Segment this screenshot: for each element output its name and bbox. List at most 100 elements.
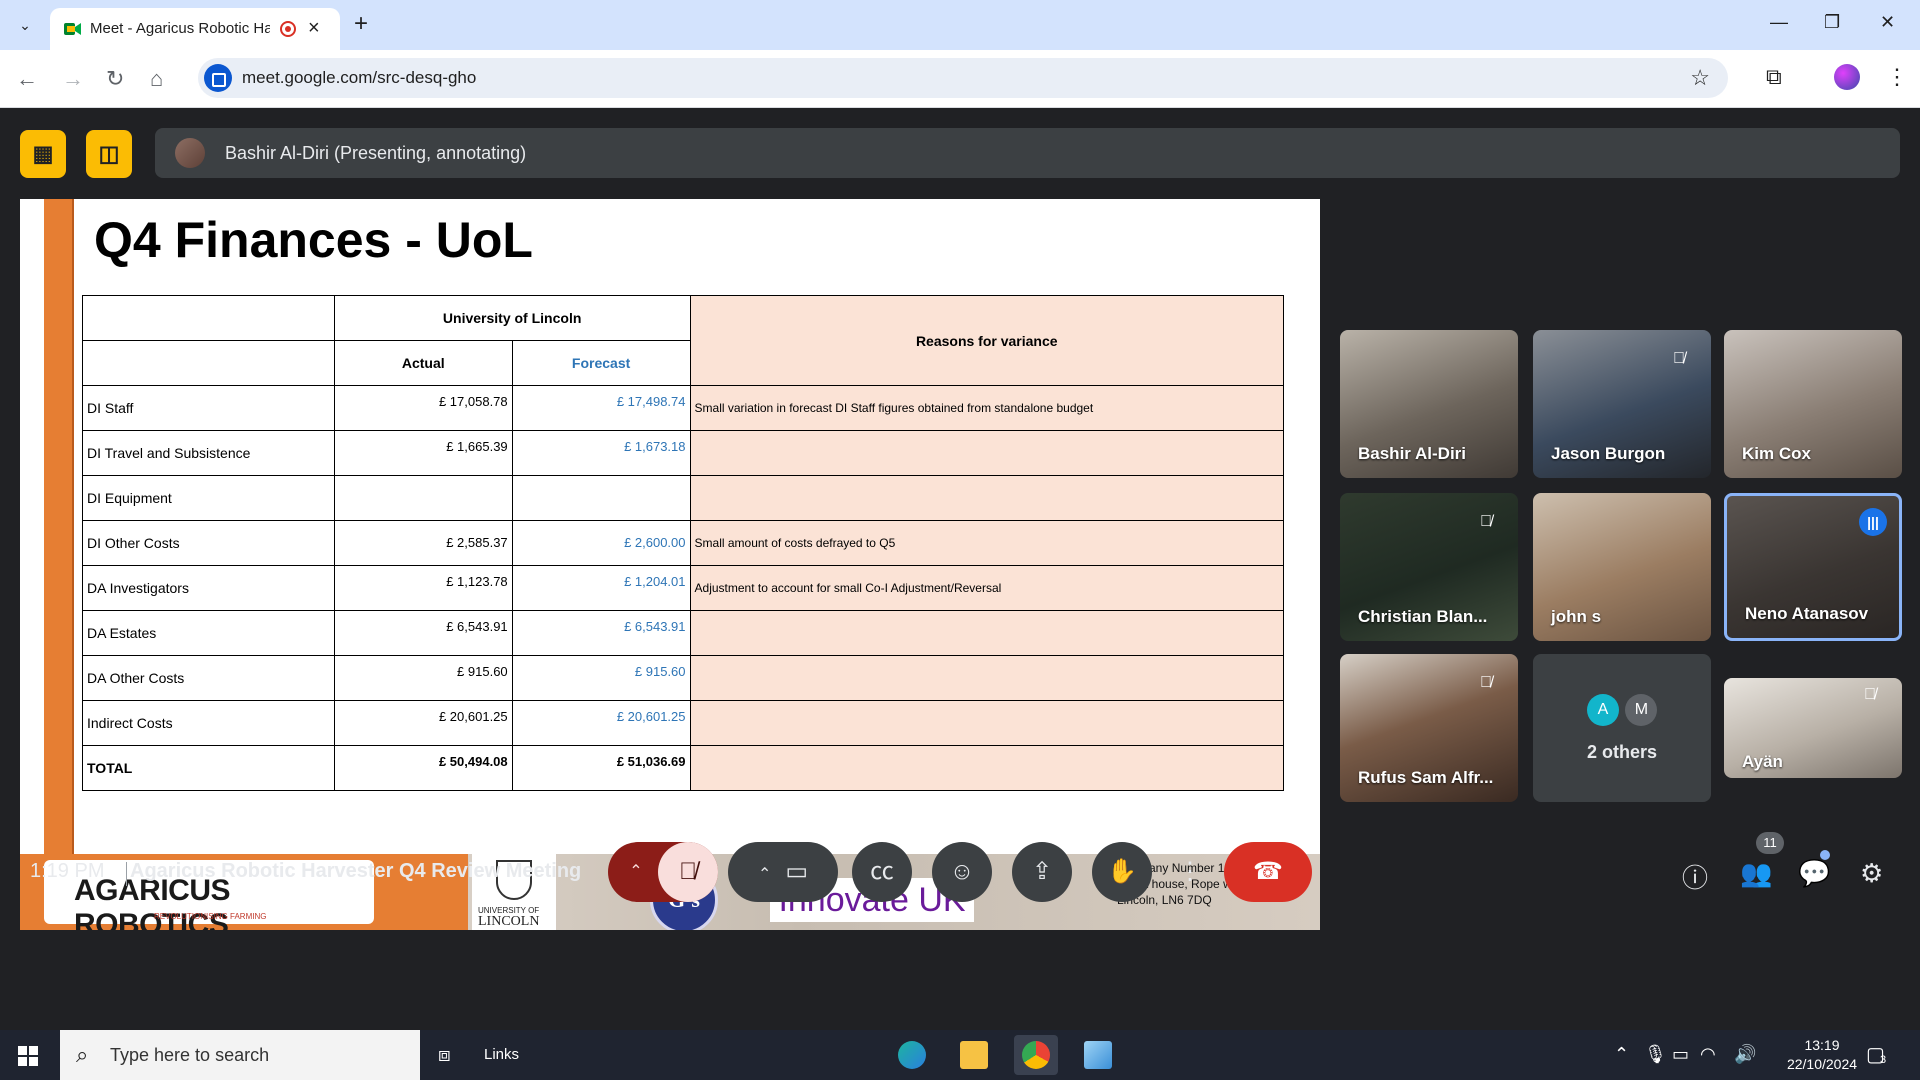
chat-icon[interactable]: 💬 (1798, 858, 1830, 889)
row-label: DA Estates (82, 610, 335, 656)
battery-icon[interactable]: ▭ (1672, 1044, 1689, 1065)
participant-name: Bashir Al-Diri (1358, 444, 1467, 463)
row-reason: Adjustment to account for small Co-I Adj… (689, 565, 1285, 611)
table-row: DA Investigators £ 1,123.78 £ 1,204.01 A… (82, 565, 1285, 611)
extensions-icon[interactable]: ⧉ (1766, 64, 1782, 90)
presenter-avatar (175, 138, 205, 168)
emoji-button[interactable]: ☺ (932, 842, 992, 902)
people-icon[interactable]: 👥 (1740, 858, 1772, 889)
total-forecast: £ 51,036.69 (511, 745, 691, 791)
tab-close-icon[interactable]: × (308, 17, 320, 40)
tray-mic-icon[interactable]: 🎙 (1644, 1044, 1667, 1065)
participant-name: john s (1551, 607, 1602, 626)
presenter-label: Bashir Al-Diri (Presenting, annotating) (225, 143, 527, 163)
table-row: DA Other Costs £ 915.60 £ 915.60 (82, 655, 1285, 701)
other-app[interactable] (1076, 1035, 1120, 1075)
participant-tile[interactable]: 🎙̸ Jason Burgon (1533, 330, 1711, 478)
more-options-icon[interactable]: ⋮ (1172, 842, 1208, 902)
raise-hand-button[interactable]: ✋ (1092, 842, 1152, 902)
url-text: meet.google.com/src-desq-gho (242, 68, 477, 87)
video-options-chevron-icon[interactable]: ⌃ (758, 866, 771, 883)
row-forecast: £ 6,543.91 (511, 610, 691, 656)
participant-tile[interactable]: 🎙̸ Rufus Sam Alfr... (1340, 654, 1518, 802)
back-icon[interactable]: ← (16, 66, 38, 92)
edge-icon (898, 1041, 926, 1069)
reload-icon[interactable]: ↻ (106, 66, 124, 92)
links-toolbar[interactable]: Links (484, 1046, 519, 1063)
browser-tab[interactable]: Meet - Agaricus Robotic Ha × (50, 8, 340, 50)
clock-date: 22/10/2024 (1786, 1056, 1858, 1072)
notification-count: 3 (1880, 1054, 1887, 1066)
leave-call-button[interactable]: ☎ (1224, 842, 1312, 902)
row-forecast: £ 1,673.18 (511, 430, 691, 476)
tray-chevron-icon[interactable]: ⌃ (1614, 1044, 1629, 1065)
row-actual: £ 6,543.91 (333, 610, 513, 656)
chrome-app[interactable] (1014, 1035, 1058, 1075)
minimize-icon[interactable]: — (1770, 12, 1788, 33)
taskbar-search[interactable]: ⌕ Type here to search (60, 1030, 420, 1080)
table-row: Indirect Costs £ 20,601.25 £ 20,601.25 (82, 700, 1285, 746)
row-forecast: £ 17,498.74 (511, 385, 691, 431)
participant-tile-active[interactable]: ||| Neno Atanasov (1724, 493, 1902, 641)
present-button[interactable]: ⇪ (1012, 842, 1072, 902)
windows-start-icon[interactable] (18, 1046, 38, 1066)
avatar-m: M (1625, 694, 1658, 726)
chrome-icon (1022, 1041, 1050, 1069)
volume-icon[interactable]: 🔊 (1734, 1044, 1756, 1065)
camera-button[interactable]: ⌃ ▭ (728, 842, 838, 902)
taskbar-clock[interactable]: 13:19 22/10/2024 (1772, 1036, 1872, 1074)
browser-toolbar: ← → ↻ ⌂ meet.google.com/src-desq-gho ☆ ⧉… (0, 50, 1920, 108)
row-label: Indirect Costs (82, 700, 335, 746)
table-row: DI Other Costs £ 2,585.37 £ 2,600.00 Sma… (82, 520, 1285, 566)
row-forecast: £ 915.60 (511, 655, 691, 701)
participant-tile[interactable]: Bashir Al-Diri (1340, 330, 1518, 478)
audio-options-chevron-icon[interactable]: ⌃ (618, 842, 654, 902)
edge-app[interactable] (890, 1035, 934, 1075)
restore-icon[interactable]: ❐ (1824, 12, 1840, 33)
browser-menu-icon[interactable]: ⋮ (1886, 64, 1908, 90)
row-actual: £ 915.60 (333, 655, 513, 701)
row-actual (333, 475, 513, 521)
clock-time: 13:19 (1804, 1037, 1840, 1053)
participant-tile[interactable]: 🎙̸ Ayän (1724, 678, 1902, 778)
mic-off-button[interactable]: 🎙̸ (658, 842, 718, 902)
site-info-icon[interactable] (204, 64, 232, 92)
task-view-icon[interactable]: ⧈ (438, 1044, 451, 1067)
participant-tile[interactable]: john s (1533, 493, 1711, 641)
row-reason (689, 610, 1285, 656)
bookmark-star-icon[interactable]: ☆ (1690, 65, 1710, 91)
participant-tile[interactable]: Kim Cox (1724, 330, 1902, 478)
meeting-title: Agaricus Robotic Harvester Q4 Review Mee… (130, 860, 582, 882)
table-total-row: TOTAL £ 50,494.08 £ 51,036.69 (82, 745, 1285, 791)
file-explorer-app[interactable] (952, 1035, 996, 1075)
row-label: DI Staff (82, 385, 335, 431)
slide-orange-band (44, 199, 72, 854)
wifi-icon[interactable]: ◠ (1700, 1044, 1716, 1065)
total-actual: £ 50,494.08 (333, 745, 513, 791)
others-tile[interactable]: A M 2 others (1533, 654, 1711, 802)
total-reason (689, 745, 1285, 791)
address-bar[interactable]: meet.google.com/src-desq-gho ☆ (198, 58, 1728, 98)
row-actual: £ 1,665.39 (333, 430, 513, 476)
layout-icon[interactable]: ◫ (86, 130, 132, 178)
forward-icon[interactable]: → (62, 66, 84, 92)
tab-search-chevron-icon[interactable]: ⌄ (12, 12, 38, 38)
row-forecast: £ 20,601.25 (511, 700, 691, 746)
row-label: DA Investigators (82, 565, 335, 611)
chat-notification-dot (1820, 850, 1830, 860)
home-icon[interactable]: ⌂ (150, 66, 163, 92)
hide-presentation-icon[interactable]: ▦ (20, 130, 66, 178)
participant-tile[interactable]: 🎙̸ Christian Blan... (1340, 493, 1518, 641)
table-header-empty (82, 340, 335, 386)
activities-icon[interactable]: ⚙ (1860, 858, 1883, 889)
table-header-empty (82, 295, 335, 341)
profile-avatar[interactable] (1834, 64, 1860, 90)
row-actual: £ 2,585.37 (333, 520, 513, 566)
captions-button[interactable]: ㏄ (852, 842, 912, 902)
finance-table: University of Lincoln Reasons for varian… (82, 295, 1285, 791)
avatar-a: A (1587, 694, 1619, 726)
new-tab-button[interactable]: + (354, 10, 368, 38)
window-close-icon[interactable]: ✕ (1880, 12, 1895, 33)
row-reason (689, 655, 1285, 701)
meeting-info-icon[interactable]: ⓘ (1682, 858, 1708, 895)
